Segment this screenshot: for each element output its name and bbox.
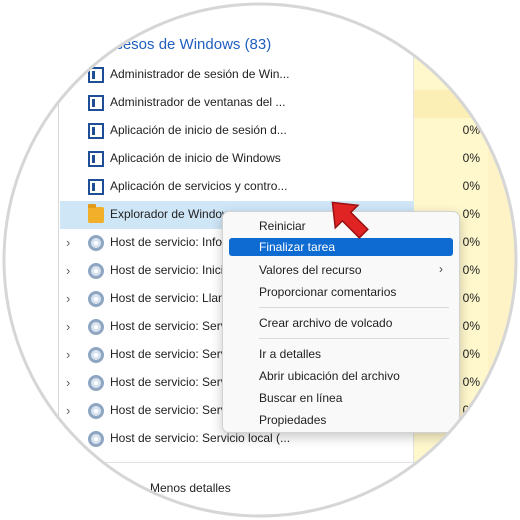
footer-divider	[60, 462, 520, 463]
menu-separator	[259, 307, 449, 308]
cpu-value	[414, 61, 480, 89]
gear-icon	[88, 319, 104, 335]
chevron-right-icon[interactable]: ›	[66, 347, 70, 362]
app-icon	[88, 67, 104, 83]
menu-item-abrir-ubicacion[interactable]: Abrir ubicación del archivo	[229, 367, 453, 385]
submenu-chevron-icon: ›	[439, 262, 443, 276]
chevron-right-icon[interactable]: ›	[66, 319, 70, 334]
process-name: Host de servicio: Servicio local (...	[110, 431, 291, 445]
process-row[interactable]: Administrador de sesión de Win...	[60, 61, 414, 89]
process-name: Aplicación de inicio de Windows	[110, 151, 281, 165]
gear-icon	[88, 431, 104, 447]
menu-item-propiedades[interactable]: Propiedades	[229, 411, 453, 429]
chevron-right-icon[interactable]: ›	[66, 375, 70, 390]
menu-item-proporcionar-comentarios[interactable]: Proporcionar comentarios	[229, 283, 453, 301]
gear-icon	[88, 375, 104, 391]
gear-icon	[88, 235, 104, 251]
memory-column	[488, 0, 520, 462]
group-title: Procesos de Windows (83)	[92, 36, 272, 53]
app-icon	[88, 179, 104, 195]
menu-item-buscar-en-linea[interactable]: Buscar en línea	[229, 389, 453, 407]
cpu-value: 0%	[462, 179, 480, 193]
cpu-value: 0%	[462, 123, 480, 137]
group-header[interactable]: Procesos de Windows (83)	[70, 30, 430, 56]
gear-icon	[88, 291, 104, 307]
cpu-value: 0%	[462, 151, 480, 165]
folder-icon	[88, 204, 104, 223]
process-row[interactable]: Aplicación de inicio de Windows	[60, 145, 414, 173]
gear-icon	[88, 263, 104, 279]
task-manager-window: Procesos de Windows (83) Administrador d…	[0, 0, 520, 520]
menu-separator	[259, 338, 449, 339]
chevron-right-icon[interactable]: ›	[66, 431, 70, 446]
menu-item-ir-a-detalles[interactable]: Ir a detalles	[229, 345, 453, 363]
chevron-right-icon[interactable]: ›	[66, 263, 70, 278]
process-name: Aplicación de inicio de sesión d...	[110, 123, 287, 137]
process-name: Administrador de sesión de Win...	[110, 67, 290, 81]
app-icon	[88, 123, 104, 139]
tree-guide-line	[58, 60, 59, 465]
menu-item-valores-del-recurso[interactable]: Valores del recurso ›	[229, 261, 453, 279]
cpu-value	[414, 89, 480, 117]
gear-icon	[88, 347, 104, 363]
process-row[interactable]: Administrador de ventanas del ...	[60, 89, 414, 117]
menu-item-crear-archivo-de-volcado[interactable]: Crear archivo de volcado	[229, 314, 453, 332]
process-name: Administrador de ventanas del ...	[110, 95, 286, 109]
app-icon	[88, 151, 104, 167]
chevron-right-icon[interactable]: ›	[66, 403, 70, 418]
chevron-right-icon[interactable]: ›	[66, 235, 70, 250]
chevron-right-icon[interactable]: ›	[66, 291, 70, 306]
fewer-details-link[interactable]: Menos detalles	[150, 481, 231, 495]
gear-icon	[88, 403, 104, 419]
red-pointer-arrow-icon	[331, 201, 369, 239]
app-icon	[88, 95, 104, 111]
process-row[interactable]: Aplicación de inicio de sesión d...	[60, 117, 414, 145]
